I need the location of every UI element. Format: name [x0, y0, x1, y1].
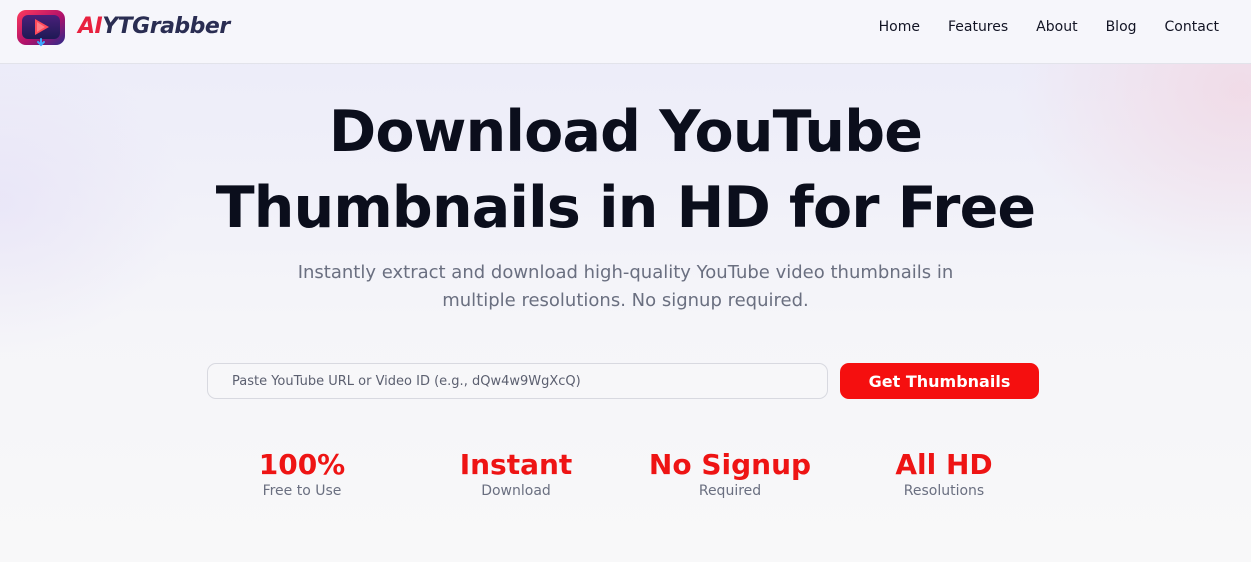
- nav-blog[interactable]: Blog: [1106, 19, 1137, 35]
- stat-label: Download: [481, 483, 551, 499]
- hero-title: Download YouTube Thumbnails in HD for Fr…: [0, 94, 1251, 246]
- nav-home[interactable]: Home: [879, 19, 920, 35]
- nav-links: Home Features About Blog Contact: [879, 19, 1219, 35]
- brand-yt: YT: [102, 14, 133, 39]
- hero-subtitle-line2: multiple resolutions. No signup required…: [442, 290, 809, 311]
- stat-value: All HD: [895, 448, 993, 481]
- stat-no-signup: No Signup Required: [630, 448, 830, 499]
- stat-value: Instant: [459, 448, 573, 481]
- stat-free: 100% Free to Use: [202, 448, 402, 499]
- youtube-url-input[interactable]: [207, 363, 828, 399]
- nav-contact[interactable]: Contact: [1165, 19, 1219, 35]
- stat-instant: Instant Download: [416, 448, 616, 499]
- stat-label: Free to Use: [262, 483, 342, 499]
- hero-title-line2: Thumbnails in HD for Free: [215, 175, 1036, 241]
- stat-value: No Signup: [648, 448, 812, 481]
- brand-grabber: Grabber: [132, 14, 230, 39]
- stat-label: Required: [698, 483, 762, 499]
- hero-subtitle-line1: Instantly extract and download high-qual…: [297, 262, 954, 283]
- hero-title-line1: Download YouTube: [328, 99, 923, 165]
- brand-ai: AI: [78, 14, 103, 39]
- play-download-logo-icon[interactable]: [16, 9, 66, 47]
- hero-subtitle: Instantly extract and download high-qual…: [270, 259, 981, 315]
- stat-value: 100%: [258, 448, 346, 481]
- nav-about[interactable]: About: [1036, 19, 1077, 35]
- brand-name[interactable]: AIYTGrabber: [78, 14, 230, 44]
- stat-label: Resolutions: [903, 483, 985, 499]
- navbar: AIYTGrabber Home Features About Blog Con…: [0, 0, 1251, 64]
- stat-all-hd: All HD Resolutions: [844, 448, 1044, 499]
- get-thumbnails-button[interactable]: Get Thumbnails: [840, 363, 1039, 399]
- nav-features[interactable]: Features: [948, 19, 1008, 35]
